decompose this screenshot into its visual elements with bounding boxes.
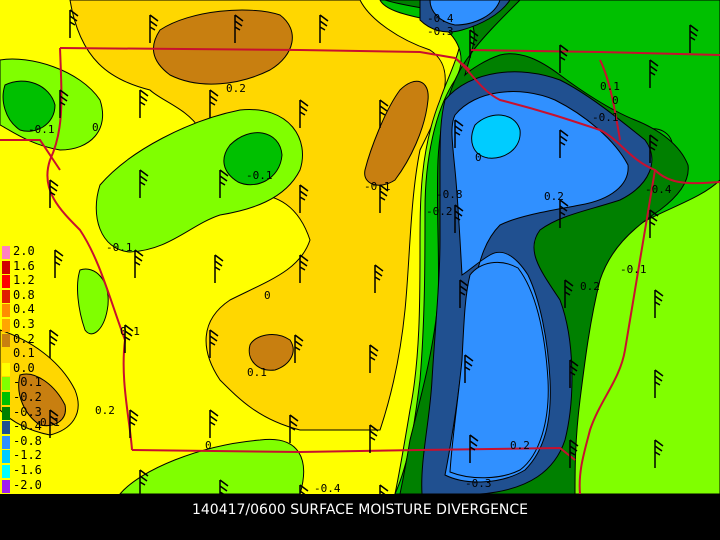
legend-row: 0.8 — [0, 287, 60, 303]
legend-row: -1.2 — [0, 448, 60, 464]
contour-label: 0 — [205, 439, 212, 452]
contour-label: 0.2 — [580, 280, 600, 293]
legend-label: 1.6 — [13, 258, 35, 273]
contour-label: 0.2 — [95, 404, 115, 417]
legend-swatch — [2, 304, 10, 318]
legend-swatch — [2, 275, 10, 289]
legend-label: -0.2 — [13, 390, 42, 404]
legend-row: -0.2 — [0, 390, 60, 405]
legend-row: 1.2 — [0, 273, 60, 289]
legend-label: 0.3 — [13, 317, 35, 331]
legend-swatch — [2, 289, 10, 303]
legend-row: 0.2 — [0, 331, 60, 347]
contour-label: 0 — [475, 151, 482, 164]
contour-label: 0.1 — [247, 366, 267, 379]
legend-swatch — [2, 362, 10, 376]
contour-label: 0.1 — [120, 325, 140, 338]
legend-swatch — [2, 333, 10, 347]
contour-label: -0.8 — [436, 188, 463, 201]
legend-swatch — [2, 392, 10, 405]
legend-label: -1.6 — [13, 463, 42, 477]
contour-label: 0 — [612, 94, 619, 107]
contour-label: 0.2 — [510, 439, 530, 452]
legend-label: 0.4 — [13, 302, 35, 317]
legend-label: -0.1 — [13, 375, 42, 390]
legend-label: 0.2 — [13, 331, 35, 346]
legend-swatch — [2, 406, 10, 420]
legend-row: 0.3 — [0, 317, 60, 332]
contour-label: 0.2 — [226, 82, 246, 95]
contour-label: 0 — [264, 289, 271, 302]
legend-swatch — [2, 450, 10, 464]
legend-row: -1.6 — [0, 463, 60, 478]
legend-swatch — [2, 421, 10, 435]
legend-label: -1.2 — [13, 448, 42, 463]
contour-label: -0.4 — [427, 12, 454, 25]
legend-swatch — [2, 260, 10, 274]
legend-swatch — [2, 377, 10, 391]
contour-label: -0.1 — [364, 180, 391, 193]
legend-row: -0.4 — [0, 419, 60, 435]
contour-label: -0.4 — [645, 183, 672, 196]
legend-row: 0.0 — [0, 360, 60, 376]
legend-row: -0.1 — [0, 375, 60, 391]
legend-swatch — [2, 348, 10, 362]
contour-label: -0.3 — [465, 477, 492, 490]
contour-label: 0 — [92, 121, 99, 134]
legend-label: -2.0 — [13, 477, 42, 492]
legend-label: 0.0 — [13, 360, 35, 375]
legend-swatch — [2, 319, 10, 332]
contour-label: 0.1 — [600, 80, 620, 93]
contour-label: -0.2 — [426, 205, 453, 218]
legend-swatch — [2, 465, 10, 478]
color-legend: 2.0 1.6 1.2 0.8 0.4 0.3 0.2 0.1 0.0 -0.1 -0.2 -0.3-… — [0, 244, 60, 512]
contour-label: -0.3 — [427, 25, 454, 38]
legend-row: -0.8 — [0, 433, 60, 449]
legend-row: 1.6 — [0, 258, 60, 274]
legend-label: 0.8 — [13, 287, 35, 302]
legend-label: 2.0 — [13, 244, 35, 258]
legend-label: -0.3 — [13, 404, 42, 419]
legend-row: 2.0 — [0, 244, 60, 259]
legend-row: 0.1 — [0, 346, 60, 362]
legend-label: 0.1 — [13, 346, 35, 361]
legend-label: -0.8 — [13, 433, 42, 448]
map-title: 140417/0600 SURFACE MOISTURE DIVERGENCE — [0, 494, 720, 540]
legend-row: 0.4 — [0, 302, 60, 318]
legend-swatch — [2, 435, 10, 449]
legend-label: 1.2 — [13, 273, 35, 288]
legend-row: -0.3 — [0, 404, 60, 420]
legend-swatch — [2, 479, 10, 493]
contour-label: -0.1 — [620, 263, 647, 276]
contour-label: -0.1 — [28, 123, 55, 136]
contour-label: -0.1 — [592, 111, 619, 124]
moisture-divergence-map: -0.4-0.30.20-0.100.1-0.10-0.1-0.8-0.2-0.… — [0, 0, 720, 494]
legend-swatch — [2, 246, 10, 259]
contour-label: -0.1 — [246, 169, 273, 182]
weather-map-window: -0.4 -0.3 0.2 0 -0.1 0 0.1 -0.1 0 -0.1 -0.8 -0.2 -0.… — [0, 0, 720, 540]
contour-label: -0.4 — [314, 482, 341, 494]
legend-row: -2.0 — [0, 477, 60, 493]
contour-label: -0.1 — [106, 241, 133, 254]
legend-label: -0.4 — [13, 419, 42, 434]
